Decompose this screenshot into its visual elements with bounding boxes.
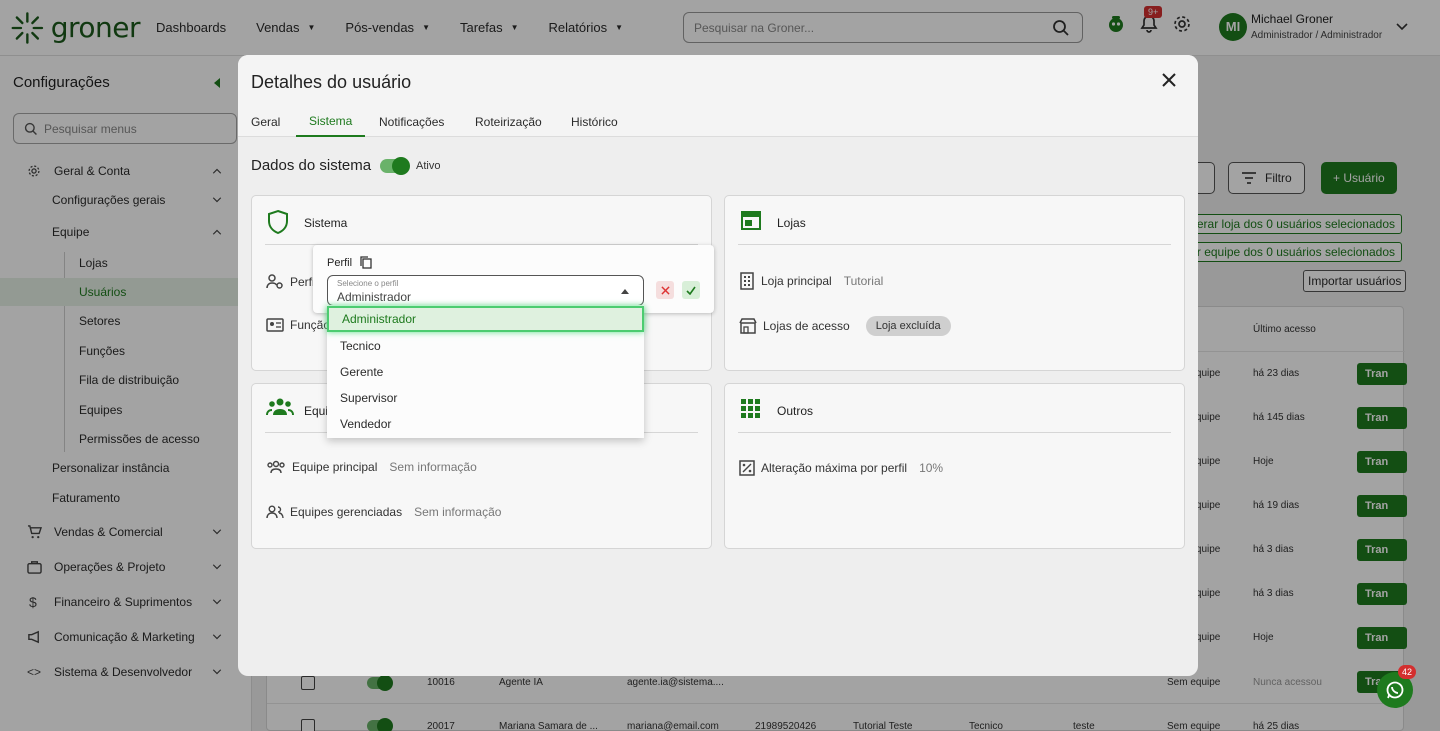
cancel-button[interactable] (656, 281, 674, 299)
store-icon (741, 211, 761, 230)
field-equipe-principal: Equipe principal Sem informação (266, 460, 477, 474)
alteracao-label: Alteração máxima por perfil (761, 461, 908, 475)
equipes-gerenciadas-label: Equipes gerenciadas (290, 505, 403, 519)
modal-title: Detalhes do usuário (251, 72, 412, 92)
option-tecnico[interactable]: Tecnico (327, 333, 644, 359)
whatsapp-badge: 42 (1398, 665, 1417, 679)
card-title: Sistema (304, 216, 348, 230)
field-alteracao-maxima: Alteração máxima por perfil 10% (739, 460, 943, 476)
tab-sistema[interactable]: Sistema (296, 107, 366, 137)
modal-tabs: Geral Sistema Notificações Roteirização … (238, 107, 1198, 137)
group-icon (266, 398, 294, 416)
whatsapp-icon (1386, 681, 1404, 699)
equipe-principal-label: Equipe principal (292, 460, 378, 474)
perfil-select[interactable]: Selecione o perfil Administrador (327, 275, 644, 306)
tab-geral[interactable]: Geral (238, 107, 293, 137)
option-vendedor[interactable]: Vendedor (327, 411, 644, 437)
loja-principal-value: Tutorial (843, 274, 884, 288)
field-loja-principal: Loja principal Tutorial (739, 272, 883, 290)
active-toggle[interactable] (380, 157, 410, 175)
field-lojas-acesso: Lojas de acesso Loja excluída (739, 316, 951, 336)
tab-historico[interactable]: Histórico (558, 107, 631, 137)
close-icon[interactable] (1162, 73, 1176, 87)
alteracao-value: 10% (919, 461, 944, 475)
tab-label: Roteirização (475, 115, 542, 129)
option-supervisor[interactable]: Supervisor (327, 385, 644, 411)
card-outros: Outros Alteração máxima por perfil 10% (724, 383, 1185, 549)
equipe-principal-value: Sem informação (389, 460, 477, 474)
copy-icon[interactable] (360, 256, 372, 269)
shield-icon (268, 209, 288, 235)
option-label: Gerente (340, 365, 384, 379)
check-icon (686, 286, 696, 295)
card-title: Lojas (777, 216, 806, 230)
tab-label: Notificações (379, 115, 445, 129)
tab-roteirizacao[interactable]: Roteirização (462, 107, 555, 137)
active-toggle-label: Ativo (416, 160, 441, 172)
option-label: Supervisor (340, 391, 398, 405)
modal-header: Detalhes do usuário (238, 55, 1198, 107)
user-gear-icon (266, 274, 284, 290)
people-icon (266, 505, 284, 519)
card-divider (738, 432, 1171, 433)
option-label: Tecnico (340, 339, 381, 353)
id-badge-icon (266, 318, 284, 332)
card-divider (738, 244, 1171, 245)
lojas-acesso-label: Lojas de acesso (763, 319, 850, 333)
loja-principal-label: Loja principal (761, 274, 832, 288)
field-equipes-gerenciadas: Equipes gerenciadas Sem informação (266, 505, 501, 519)
perfil-dropdown: Administrador Tecnico Gerente Supervisor… (327, 305, 644, 438)
building-icon (739, 272, 755, 290)
option-label: Vendedor (340, 417, 392, 431)
option-label: Administrador (342, 312, 417, 326)
close-icon (660, 285, 670, 295)
popover-label: Perfil (327, 256, 372, 269)
card-title: Outros (777, 404, 814, 418)
storefront-icon (739, 318, 757, 334)
group-icon (266, 460, 286, 474)
field-funcao: Função (266, 318, 330, 332)
funcao-label: Função (290, 318, 331, 332)
perfil-popover-label: Perfil (327, 256, 353, 269)
tab-label: Geral (251, 115, 281, 129)
tab-notificacoes[interactable]: Notificações (366, 107, 457, 137)
field-perfil: Perfil (266, 274, 317, 290)
percent-icon (739, 460, 755, 476)
confirm-button[interactable] (682, 281, 700, 299)
equipes-gerenciadas-value: Sem informação (414, 505, 502, 519)
option-gerente[interactable]: Gerente (327, 359, 644, 385)
loja-chip[interactable]: Loja excluída (865, 316, 951, 336)
tab-label: Sistema (309, 114, 353, 128)
select-value: Administrador (337, 290, 412, 304)
caret-up-icon (621, 289, 629, 294)
tab-label: Histórico (571, 115, 618, 129)
apps-grid-icon (741, 399, 760, 418)
card-lojas: Lojas Loja principal Tutorial Lojas de a… (724, 195, 1185, 371)
section-title: Dados do sistema (251, 157, 372, 174)
perfil-edit-popover: Perfil Selecione o perfil Administrador (313, 245, 714, 313)
option-administrador[interactable]: Administrador (327, 306, 644, 332)
select-floating-label: Selecione o perfil (337, 279, 399, 288)
